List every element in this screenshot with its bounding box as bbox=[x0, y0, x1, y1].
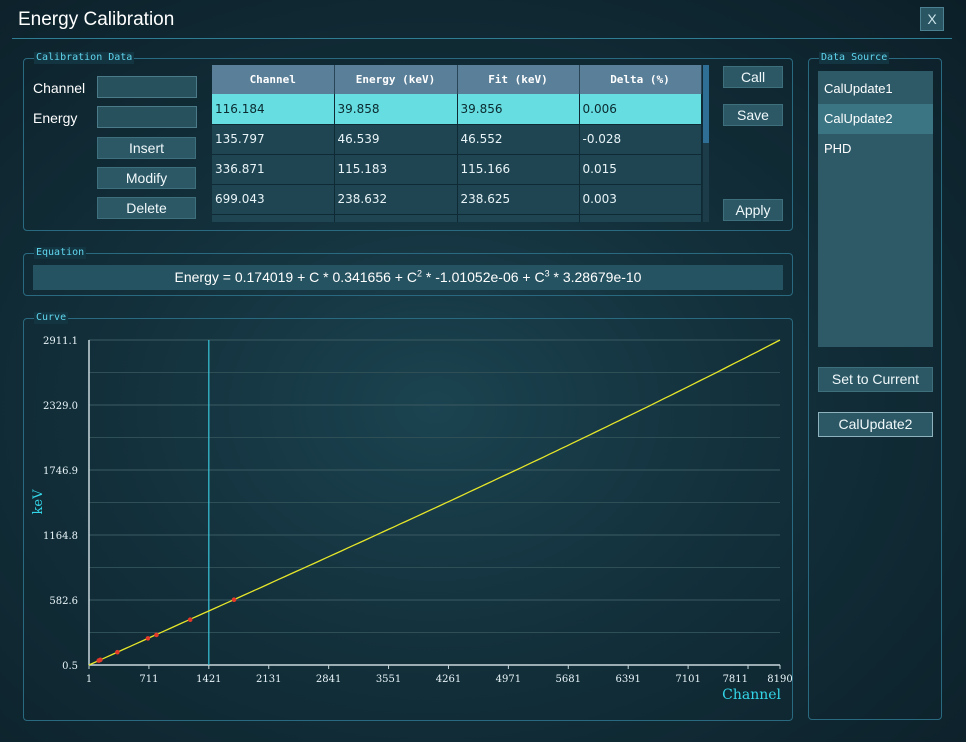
cell-fit: 238.625 bbox=[457, 184, 580, 215]
close-button[interactable]: X bbox=[920, 7, 944, 31]
cell-channel: 135.797 bbox=[212, 124, 335, 155]
table-header-row: Channel Energy (keV) Fit (keV) Delta (%) bbox=[212, 65, 702, 94]
data-source-list[interactable]: CalUpdate1 CalUpdate2 PHD bbox=[818, 71, 933, 347]
column-header-energy[interactable]: Energy (keV) bbox=[334, 65, 458, 94]
cell-fit: 46.552 bbox=[457, 124, 580, 155]
cell-delta: 0.006 bbox=[579, 94, 702, 125]
equation-display: Energy = 0.174019 + C * 0.341656 + C2 * … bbox=[33, 265, 783, 290]
title-divider bbox=[12, 38, 952, 39]
table-row[interactable]: 135.797 46.539 46.552 -0.028 bbox=[212, 124, 702, 155]
data-source-label: Data Source bbox=[819, 52, 890, 64]
call-button[interactable]: Call bbox=[723, 66, 783, 88]
energy-input[interactable] bbox=[97, 106, 197, 128]
title-bar: Energy Calibration X bbox=[0, 0, 966, 40]
equation-part-3: * 3.28679e-10 bbox=[549, 269, 642, 285]
cell-fit: 39.856 bbox=[457, 94, 580, 125]
column-header-delta[interactable]: Delta (%) bbox=[579, 65, 702, 94]
equation-part-1: Energy = 0.174019 + C * 0.341656 + C bbox=[174, 269, 417, 285]
insert-button[interactable]: Insert bbox=[97, 137, 196, 159]
column-header-fit[interactable]: Fit (keV) bbox=[457, 65, 580, 94]
cell-empty bbox=[579, 214, 702, 222]
cell-empty bbox=[212, 214, 335, 222]
cell-channel: 699.043 bbox=[212, 184, 335, 215]
table-row[interactable]: 116.184 39.858 39.856 0.006 bbox=[212, 94, 702, 125]
cell-empty bbox=[334, 214, 458, 222]
apply-button[interactable]: Apply bbox=[723, 199, 783, 221]
column-header-channel[interactable]: Channel bbox=[212, 65, 335, 94]
calibration-table: Channel Energy (keV) Fit (keV) Delta (%)… bbox=[212, 65, 702, 222]
cell-fit: 115.166 bbox=[457, 154, 580, 185]
curve-label: Curve bbox=[34, 312, 69, 324]
table-row[interactable] bbox=[212, 214, 702, 222]
save-button[interactable]: Save bbox=[723, 104, 783, 126]
cell-energy: 238.632 bbox=[334, 184, 458, 215]
cell-delta: 0.003 bbox=[579, 184, 702, 215]
curve-group: Curve bbox=[23, 312, 793, 721]
data-source-item[interactable]: CalUpdate1 bbox=[818, 74, 933, 104]
cell-channel: 336.871 bbox=[212, 154, 335, 185]
calibration-table-viewport[interactable]: Channel Energy (keV) Fit (keV) Delta (%)… bbox=[212, 65, 703, 222]
channel-input[interactable] bbox=[97, 76, 197, 98]
equation-label: Equation bbox=[34, 247, 87, 259]
calibration-data-label: Calibration Data bbox=[34, 52, 135, 64]
modify-button[interactable]: Modify bbox=[97, 167, 196, 189]
window-title: Energy Calibration bbox=[18, 9, 175, 30]
cell-energy: 115.183 bbox=[334, 154, 458, 185]
set-to-current-button[interactable]: Set to Current bbox=[818, 367, 933, 392]
cell-delta: -0.028 bbox=[579, 124, 702, 155]
current-data-source-field: CalUpdate2 bbox=[818, 412, 933, 437]
cell-energy: 46.539 bbox=[334, 124, 458, 155]
table-row[interactable]: 699.043 238.632 238.625 0.003 bbox=[212, 184, 702, 215]
channel-label: Channel bbox=[33, 80, 86, 96]
table-row[interactable]: 336.871 115.183 115.166 0.015 bbox=[212, 154, 702, 185]
data-source-item[interactable]: CalUpdate2 bbox=[818, 104, 933, 134]
cell-delta: 0.015 bbox=[579, 154, 702, 185]
cell-energy: 39.858 bbox=[334, 94, 458, 125]
cell-empty bbox=[457, 214, 580, 222]
data-source-item[interactable]: PHD bbox=[818, 134, 933, 164]
table-scrollbar-thumb[interactable] bbox=[703, 65, 709, 143]
energy-label: Energy bbox=[33, 110, 78, 126]
delete-button[interactable]: Delete bbox=[97, 197, 196, 219]
equation-part-2: * -1.01052e-06 + C bbox=[422, 269, 545, 285]
cell-channel: 116.184 bbox=[212, 94, 335, 125]
